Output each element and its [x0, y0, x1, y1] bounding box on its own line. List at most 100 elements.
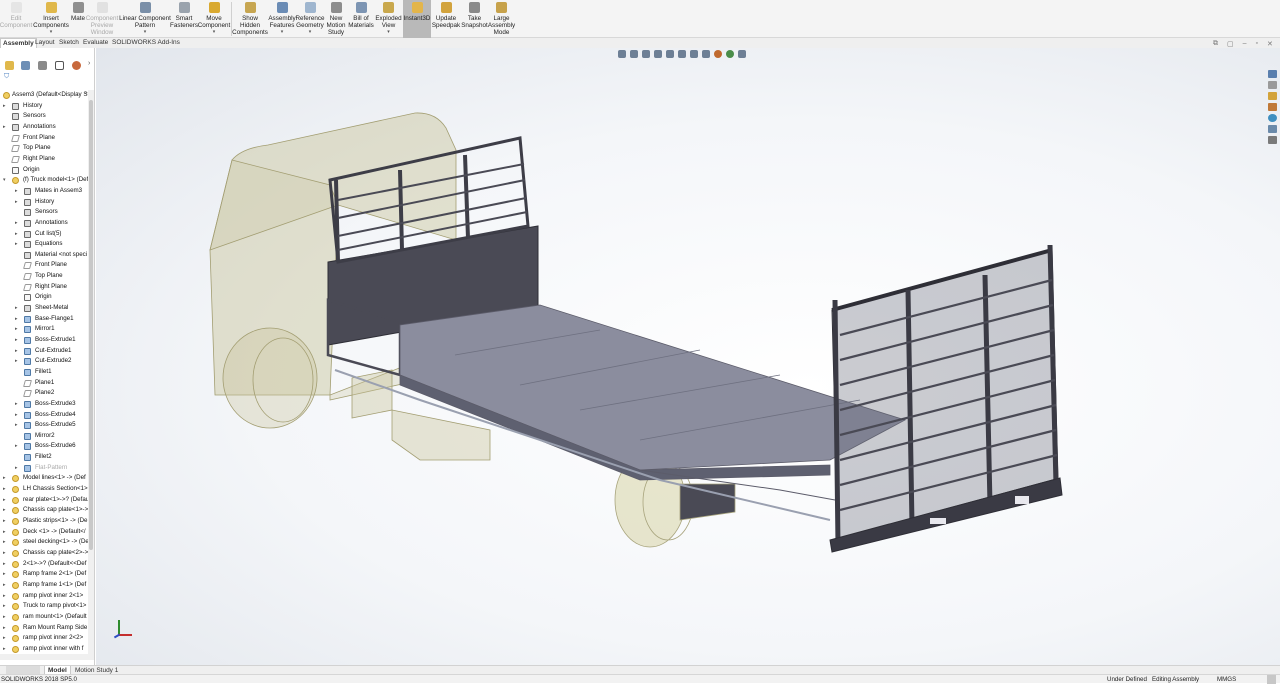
tree-item[interactable]: ▸ ram mount<1> (Default — [0, 612, 88, 622]
appearances-icon[interactable] — [1268, 114, 1277, 122]
bill-of-materials-button[interactable]: Bill of Materials — [348, 0, 374, 38]
tree-item[interactable]: Plane1 — [0, 378, 88, 388]
tab-evaluate[interactable]: Evaluate — [81, 38, 110, 48]
expand-arrow-icon[interactable]: ▸ — [15, 186, 18, 196]
expand-arrow-icon[interactable]: ▸ — [15, 410, 18, 420]
tab-sketch[interactable]: Sketch — [57, 38, 81, 48]
tree-item[interactable]: Origin — [0, 165, 88, 175]
tree-item[interactable]: ▸ Ram Mount Ramp Side — [0, 623, 88, 633]
expand-arrow-icon[interactable]: ▸ — [3, 580, 6, 590]
tree-item[interactable]: ▸ Mates in Assem3 — [0, 186, 88, 196]
tree-item[interactable]: ▸ History — [0, 197, 88, 207]
expand-arrow-icon[interactable]: ▸ — [15, 218, 18, 228]
tree-item[interactable]: ▸ ramp pivot inner 2<1> — [0, 591, 88, 601]
tree-item[interactable]: ▸ Equations — [0, 239, 88, 249]
expand-arrow-icon[interactable]: ▸ — [15, 399, 18, 409]
exploded-view-button[interactable]: Exploded View ▾ — [375, 0, 402, 38]
tree-item[interactable]: Right Plane — [0, 154, 88, 164]
large-assembly-mode-button[interactable]: Large Assembly Mode — [488, 0, 515, 38]
property-manager-tab-icon[interactable] — [21, 61, 30, 70]
expand-arrow-icon[interactable]: ▸ — [3, 633, 6, 643]
tree-item[interactable]: ▸ History — [0, 101, 88, 111]
restore-down-icon[interactable]: ⧉ — [1213, 40, 1218, 48]
tree-item[interactable]: ▸ LH Chassis Section<1> — [0, 484, 88, 494]
close-icon[interactable]: ✕ — [1267, 40, 1273, 48]
tab-assembly[interactable]: Assembly — [0, 38, 37, 48]
tree-item[interactable]: ▸ Boss-Extrude3 — [0, 399, 88, 409]
tree-root-assembly[interactable]: Assem3 (Default<Display St ⌃ — [0, 90, 88, 100]
expand-arrow-icon[interactable]: ▸ — [3, 516, 6, 526]
file-explorer-icon[interactable] — [1268, 92, 1277, 100]
tree-item[interactable]: ▸ ramp pivot inner with f — [0, 644, 88, 654]
new-motion-study-button[interactable]: New Motion Study — [325, 0, 347, 38]
tree-item[interactable]: Front Plane — [0, 260, 88, 270]
tree-horizontal-scrollbar[interactable] — [0, 654, 94, 660]
move-component-button[interactable]: Move Component ▾ — [198, 0, 230, 38]
expand-arrow-icon[interactable]: ▸ — [3, 623, 6, 633]
expand-arrow-icon[interactable]: ▸ — [15, 463, 18, 473]
tree-item[interactable]: Origin — [0, 292, 88, 302]
tree-item[interactable]: ▸ rear plate<1>->? (Defau — [0, 495, 88, 505]
expand-arrow-icon[interactable]: ▸ — [3, 527, 6, 537]
expand-arrow-icon[interactable]: ▸ — [3, 473, 6, 483]
show-hidden-button[interactable]: Show Hidden Components — [232, 0, 268, 38]
tree-item[interactable]: ▾ (f) Truck model<1> (Def — [0, 175, 88, 185]
expand-arrow-icon[interactable]: ▸ — [3, 559, 6, 569]
graphics-area[interactable] — [96, 48, 1280, 665]
configuration-manager-tab-icon[interactable] — [38, 61, 47, 70]
collapse-arrow-icon[interactable]: ▾ — [3, 175, 6, 185]
edit-component-button[interactable]: Edit Component — [0, 0, 32, 38]
tree-item[interactable]: Right Plane — [0, 282, 88, 292]
design-library-icon[interactable] — [1268, 81, 1277, 89]
expand-arrow-icon[interactable]: ▸ — [15, 420, 18, 430]
expand-arrow-icon[interactable]: ▸ — [3, 548, 6, 558]
expand-arrow-icon[interactable]: ▸ — [15, 229, 18, 239]
dimxpert-tab-icon[interactable] — [55, 61, 64, 70]
tree-item[interactable]: ▸ Chassis cap plate<2>-> — [0, 548, 88, 558]
tree-item[interactable]: Fillet2 — [0, 452, 88, 462]
linear-pattern-button[interactable]: Linear Component Pattern ▾ — [119, 0, 171, 38]
display-manager-tab-icon[interactable] — [72, 61, 81, 70]
tree-item[interactable]: ▸ Plastic strips<1> -> (De — [0, 516, 88, 526]
tree-item[interactable]: ▸ Cut-Extrude2 — [0, 356, 88, 366]
feature-manager-tab-icon[interactable] — [5, 61, 14, 70]
tree-scroll-thumb[interactable] — [89, 100, 93, 550]
smart-fasteners-button[interactable]: Smart Fasteners — [170, 0, 198, 38]
tree-item[interactable]: ▸ Annotations — [0, 218, 88, 228]
tree-item[interactable]: Top Plane — [0, 271, 88, 281]
tile-icon[interactable]: ▢ — [1227, 40, 1234, 48]
tree-item[interactable]: ▸ Sheet-Metal — [0, 303, 88, 313]
take-snapshot-button[interactable]: Take Snapshot — [461, 0, 488, 38]
tree-item[interactable]: ▸ steel decking<1> -> (De — [0, 537, 88, 547]
tree-item[interactable]: ▸ 2<1>->? (Default<<Def — [0, 559, 88, 569]
expand-arrow-icon[interactable]: ▸ — [3, 101, 6, 111]
view-palette-icon[interactable] — [1268, 103, 1277, 111]
tree-item[interactable]: ▸ Boss-Extrude4 — [0, 410, 88, 420]
tree-item[interactable]: Mirror2 — [0, 431, 88, 441]
tree-item[interactable]: ▸ Boss-Extrude5 — [0, 420, 88, 430]
tree-item[interactable]: Front Plane — [0, 133, 88, 143]
expand-arrow-icon[interactable]: ▸ — [15, 346, 18, 356]
expand-arrow-icon[interactable]: ▸ — [3, 122, 6, 132]
tree-item[interactable]: ▸ Base-Flange1 — [0, 314, 88, 324]
expand-arrow-icon[interactable]: ▸ — [15, 303, 18, 313]
tab-layout[interactable]: Layout — [33, 38, 57, 48]
insert-components-button[interactable]: Insert Components ▾ — [33, 0, 69, 38]
expand-arrow-icon[interactable]: ▸ — [15, 441, 18, 451]
custom-properties-icon[interactable] — [1268, 125, 1277, 133]
expand-arrow-icon[interactable]: ▸ — [3, 644, 6, 654]
component-preview-button[interactable]: Component Preview Window — [86, 0, 118, 38]
forum-icon[interactable] — [1268, 136, 1277, 144]
filter-icon[interactable]: ⛉ — [4, 73, 14, 81]
expand-arrow-icon[interactable]: ▸ — [15, 356, 18, 366]
maximize-icon[interactable]: ▫ — [1256, 40, 1258, 48]
expand-arrow-icon[interactable]: ▸ — [3, 505, 6, 515]
solidworks-resources-icon[interactable] — [1268, 70, 1277, 78]
tree-item[interactable]: ▸ Cut list(5) — [0, 229, 88, 239]
tree-item[interactable]: ▸ Deck <1> -> (Default</ — [0, 527, 88, 537]
assembly-features-button[interactable]: Assembly Features ▾ — [268, 0, 296, 38]
tab-addins[interactable]: SOLIDWORKS Add-Ins — [110, 38, 182, 48]
expand-arrow-icon[interactable]: ▸ — [3, 612, 6, 622]
tree-item[interactable]: Material <not speci — [0, 250, 88, 260]
tree-item[interactable]: ▸ Cut-Extrude1 — [0, 346, 88, 356]
